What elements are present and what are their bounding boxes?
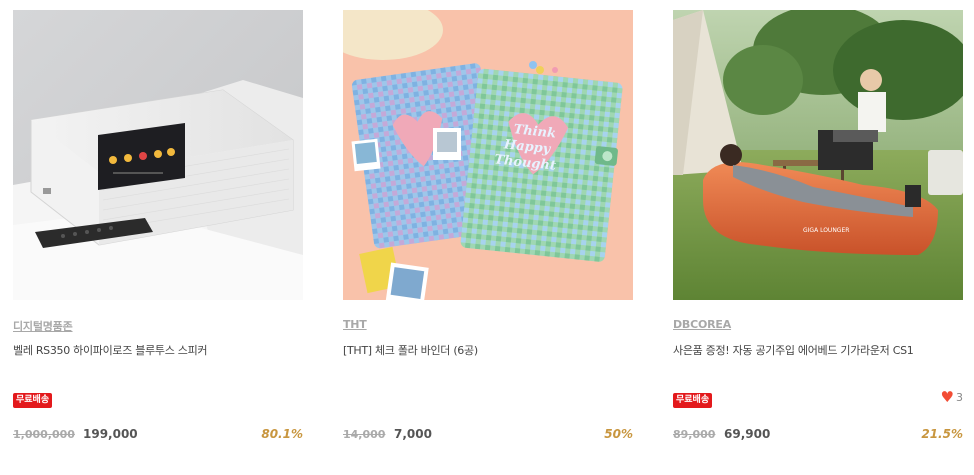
discount-rate: 50% bbox=[604, 427, 633, 441]
heart-icon[interactable]: ♥ bbox=[941, 390, 954, 405]
price-row: 89,000 69,900 21.5% bbox=[673, 426, 963, 444]
discount-rate: 80.1% bbox=[261, 427, 303, 441]
sale-price: 7,000 bbox=[394, 427, 432, 441]
product-brand-link[interactable]: THT bbox=[343, 318, 367, 331]
product-card[interactable]: GIGA LOUNGER DBCOREA 사은품 증정! 자동 공기주입 에어베… bbox=[673, 10, 963, 441]
original-price: 1,000,000 bbox=[13, 428, 75, 441]
discount-rate: 21.5% bbox=[921, 427, 963, 441]
product-image-speaker[interactable] bbox=[13, 10, 303, 300]
binder-illustration: Think Happy Thought bbox=[343, 10, 633, 300]
lounger-illustration: GIGA LOUNGER bbox=[673, 10, 963, 300]
product-title[interactable]: 사은품 증정! 자동 공기주입 에어베드 기가라운저 CS1 bbox=[673, 342, 963, 358]
product-brand-link[interactable]: 디지털명품존 bbox=[13, 318, 73, 334]
price-row: 1,000,000 199,000 80.1% bbox=[13, 426, 303, 444]
product-title[interactable]: [THT] 체크 폴라 바인더 (6공) bbox=[343, 342, 633, 358]
product-image-binder[interactable]: Think Happy Thought bbox=[343, 10, 633, 300]
free-shipping-badge: 무료배송 bbox=[673, 393, 713, 408]
product-image-air-lounger[interactable]: GIGA LOUNGER bbox=[673, 10, 963, 300]
product-card[interactable]: 디지털명품존 벨레 RS350 하이파이로즈 블루투스 스피커 무료배송 1,0… bbox=[13, 10, 303, 441]
lounger-logo-text: GIGA LOUNGER bbox=[803, 227, 849, 234]
product-card[interactable]: Think Happy Thought THT [THT] 체크 폴라 바인더 … bbox=[343, 10, 633, 441]
product-brand-link[interactable]: DBCOREA bbox=[673, 318, 731, 331]
original-price: 14,000 bbox=[343, 428, 386, 441]
like-count-number: 3 bbox=[956, 391, 963, 404]
sale-price: 69,900 bbox=[724, 427, 771, 441]
free-shipping-badge: 무료배송 bbox=[13, 393, 53, 408]
like-count[interactable]: ♥ 3 bbox=[941, 390, 963, 405]
price-row: 14,000 7,000 50% bbox=[343, 426, 633, 444]
speaker-illustration bbox=[13, 10, 303, 300]
sale-price: 199,000 bbox=[83, 427, 138, 441]
original-price: 89,000 bbox=[673, 428, 716, 441]
product-title[interactable]: 벨레 RS350 하이파이로즈 블루투스 스피커 bbox=[13, 342, 303, 358]
